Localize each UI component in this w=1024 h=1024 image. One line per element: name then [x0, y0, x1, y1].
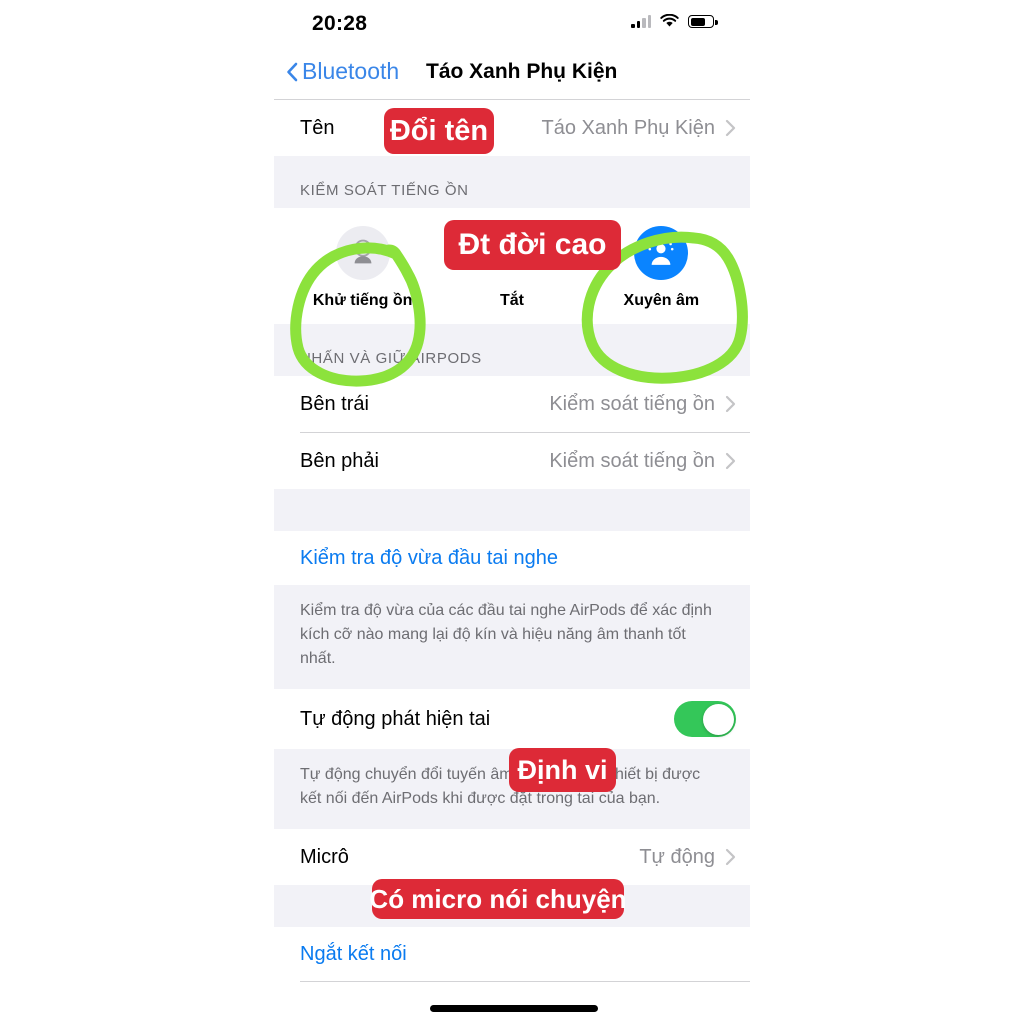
press-hold-left-label: Bên trái	[300, 392, 369, 415]
ear-tip-fit-test-footnote: Kiểm tra độ vừa của các đầu tai nghe Air…	[274, 585, 750, 689]
auto-ear-detection-label: Tự động phát hiện tai	[300, 707, 491, 730]
microphone-value: Tự động	[639, 845, 715, 868]
press-hold-section-header: NHẤN VÀ GIỮ AIRPODS	[274, 324, 750, 376]
status-bar-time: 20:28	[312, 12, 368, 35]
name-row-value: Táo Xanh Phụ Kiện	[541, 116, 715, 139]
press-hold-right-label: Bên phải	[300, 449, 379, 472]
chevron-right-icon	[725, 395, 736, 413]
disconnect-row[interactable]: Ngắt kết nối	[274, 927, 750, 981]
ear-tip-fit-test-row[interactable]: Kiểm tra độ vừa đầu tai nghe	[274, 531, 750, 585]
navigation-bar: Bluetooth Táo Xanh Phụ Kiện	[274, 46, 750, 99]
press-hold-row-right[interactable]: Bên phải Kiểm soát tiếng ồn	[274, 433, 750, 489]
chevron-left-icon	[287, 62, 298, 81]
screenshot-root: 20:28 Bluetooth Táo Xanh Phụ Kiện Tên Tá…	[0, 0, 1024, 1024]
cellular-signal-icon	[631, 14, 651, 28]
noise-option-cancellation-label: Khử tiếng ồn	[312, 292, 413, 309]
status-bar-icons	[631, 14, 718, 28]
back-button[interactable]: Bluetooth	[286, 58, 399, 85]
high-end-phone-badge: Đt đời cao	[444, 220, 621, 270]
home-indicator	[430, 1005, 598, 1012]
battery-icon	[688, 15, 718, 28]
mic-talk-badge-label: Có micro nói chuyện	[369, 884, 627, 914]
phone-screen: 20:28 Bluetooth Táo Xanh Phụ Kiện Tên Tá…	[274, 0, 750, 1024]
auto-ear-detection-row[interactable]: Tự động phát hiện tai	[274, 689, 750, 749]
noise-option-transparency-label: Xuyên âm	[623, 292, 700, 309]
press-hold-row-left[interactable]: Bên trái Kiểm soát tiếng ồn	[274, 376, 750, 432]
page-title: Táo Xanh Phụ Kiện	[426, 60, 618, 83]
high-end-phone-badge-label: Đt đời cao	[458, 228, 607, 261]
noise-option-cancellation[interactable]: Khử tiếng ồn	[288, 226, 437, 310]
microphone-label: Micrô	[300, 845, 349, 868]
mic-talk-badge: Có micro nói chuyện	[369, 879, 627, 919]
transparency-icon	[634, 226, 689, 280]
name-row[interactable]: Tên Táo Xanh Phụ Kiện	[274, 100, 750, 156]
status-bar: 20:28	[274, 0, 750, 46]
wifi-icon	[660, 14, 679, 27]
press-hold-right-value: Kiểm soát tiếng ồn	[549, 449, 715, 472]
locate-badge-label: Định vi	[517, 754, 608, 785]
back-button-label: Bluetooth	[302, 58, 400, 84]
rename-badge: Đổi tên	[384, 108, 494, 154]
microphone-row[interactable]: Micrô Tự động	[274, 829, 750, 885]
noise-control-section-header: KIỂM SOÁT TIẾNG ỒN	[274, 156, 750, 208]
noise-cancellation-icon	[335, 226, 390, 280]
chevron-right-icon	[725, 119, 736, 137]
auto-ear-detection-toggle[interactable]	[674, 701, 736, 737]
name-row-label: Tên	[300, 116, 335, 139]
noise-option-off-label: Tắt	[499, 292, 524, 309]
section-gap	[274, 489, 750, 531]
chevron-right-icon	[725, 848, 736, 866]
row-divider	[300, 981, 750, 982]
locate-badge: Định vi	[509, 748, 616, 792]
chevron-right-icon	[725, 452, 736, 470]
rename-badge-label: Đổi tên	[389, 114, 489, 147]
disconnect-link: Ngắt kết nối	[300, 942, 407, 965]
press-hold-left-value: Kiểm soát tiếng ồn	[549, 392, 715, 415]
ear-tip-fit-test-link: Kiểm tra độ vừa đầu tai nghe	[300, 546, 558, 569]
